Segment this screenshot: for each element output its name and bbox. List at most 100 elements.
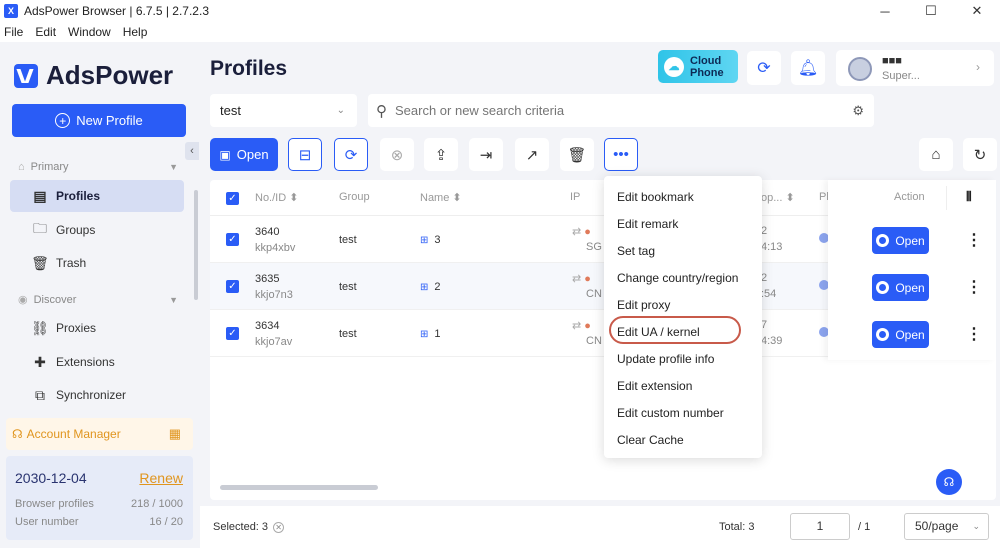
bot-icon: ⊟ bbox=[298, 146, 312, 164]
more-actions-button[interactable]: ••• bbox=[604, 138, 638, 171]
search-input[interactable] bbox=[395, 103, 815, 118]
sidebar-item-label: Extensions bbox=[56, 355, 115, 369]
sidebar-scrollbar[interactable] bbox=[194, 190, 198, 300]
group-select-value: test bbox=[220, 103, 241, 118]
sidebar: AdsPower + New Profile ‹ ⌂ Primary ▼ ▤ P… bbox=[0, 42, 200, 548]
sync-button[interactable]: ⟳ bbox=[747, 51, 781, 85]
support-button[interactable]: ☊ bbox=[936, 469, 962, 495]
close-window-button[interactable]: ✕ bbox=[954, 0, 1000, 22]
windows-icon: ⊞ bbox=[420, 328, 429, 340]
horizontal-scrollbar[interactable] bbox=[220, 485, 378, 490]
menu-item-change-country[interactable]: Change country/region bbox=[617, 271, 738, 285]
menu-item-edit-extension[interactable]: Edit extension bbox=[617, 379, 692, 393]
browser-profiles-label: Browser profiles bbox=[15, 498, 94, 510]
filter-settings-icon[interactable]: ⚙ bbox=[852, 103, 864, 119]
per-page-select[interactable]: 50/page ⌄ bbox=[904, 513, 989, 540]
refresh-button[interactable]: ↻ bbox=[963, 138, 997, 171]
user-menu[interactable]: ■■■ Super... › bbox=[836, 50, 994, 86]
row-checkbox[interactable]: ✓ bbox=[226, 280, 239, 293]
chevron-down-icon: ▼ bbox=[169, 294, 178, 305]
menu-item-set-tag[interactable]: Set tag bbox=[617, 244, 655, 258]
new-profile-button[interactable]: + New Profile bbox=[12, 104, 186, 137]
subscription-card: 2030-12-04 Renew Browser profiles 218 / … bbox=[6, 456, 193, 540]
cloud-phone-line2: Phone bbox=[690, 66, 724, 79]
col-last-open[interactable]: op... ⬍ bbox=[761, 191, 795, 204]
row-open-button[interactable]: Open bbox=[872, 227, 929, 254]
sidebar-item-trash[interactable]: 🗑 Trash bbox=[10, 247, 184, 279]
sidebar-item-profiles[interactable]: ▤ Profiles bbox=[10, 180, 184, 212]
menu-item-edit-ua-kernel[interactable]: Edit UA / kernel bbox=[617, 325, 700, 339]
batch-sync-button[interactable]: ⟳ bbox=[334, 138, 368, 171]
row-checkbox[interactable]: ✓ bbox=[226, 327, 239, 340]
sidebar-item-groups[interactable]: 🗀 Groups bbox=[10, 214, 184, 246]
page-input[interactable]: 1 bbox=[790, 513, 850, 540]
folder-list-icon: ▤ bbox=[33, 187, 47, 204]
open-label: Open bbox=[236, 147, 269, 162]
window-title: AdsPower Browser | 6.7.5 | 2.7.2.3 bbox=[24, 4, 209, 18]
row-group: test bbox=[339, 234, 357, 246]
proxy-icon: ⇄ ● bbox=[572, 320, 591, 332]
minimize-button[interactable]: ─ bbox=[862, 0, 908, 22]
menu-item-edit-custom-number[interactable]: Edit custom number bbox=[617, 406, 724, 420]
group-select[interactable]: test ⌄ bbox=[210, 94, 357, 127]
qr-code-icon[interactable]: ▦ bbox=[169, 426, 181, 442]
row-more-icon[interactable]: ⋮ bbox=[966, 230, 982, 250]
menu-item-edit-bookmark[interactable]: Edit bookmark bbox=[617, 190, 694, 204]
menu-item-edit-remark[interactable]: Edit remark bbox=[617, 217, 678, 231]
col-group: Group bbox=[339, 191, 370, 203]
location-pin-icon: ● bbox=[584, 273, 591, 285]
clear-selection-icon[interactable]: ✕ bbox=[273, 522, 285, 533]
row-name-value: 3 bbox=[434, 234, 441, 246]
row-number: 3634 bbox=[255, 320, 280, 332]
menu-file[interactable]: File bbox=[4, 25, 23, 39]
col-no-id[interactable]: No./ID ⬍ bbox=[255, 191, 298, 204]
menu-help[interactable]: Help bbox=[123, 25, 148, 39]
sidebar-item-extensions[interactable]: ✚ Extensions bbox=[10, 346, 184, 378]
more-actions-dropdown: Edit bookmark Edit remark Set tag Change… bbox=[604, 176, 762, 458]
collapse-sidebar-button[interactable]: ‹ bbox=[185, 142, 199, 160]
trash-icon: 🗑 bbox=[567, 146, 587, 164]
menu-item-clear-cache[interactable]: Clear Cache bbox=[617, 433, 684, 447]
chevron-down-icon: ⌄ bbox=[972, 521, 980, 531]
search-bar: ⚲ ⚙ bbox=[368, 94, 874, 127]
export-button[interactable]: ↗ bbox=[515, 138, 549, 171]
sidebar-item-proxies[interactable]: ⛓ Proxies bbox=[10, 312, 184, 344]
account-manager-button[interactable]: ☊ Account Manager ▦ bbox=[6, 418, 193, 450]
menu-item-edit-proxy[interactable]: Edit proxy bbox=[617, 298, 670, 312]
total-count: Total: 3 bbox=[719, 521, 755, 533]
close-browsers-button[interactable]: ⊗ bbox=[380, 138, 414, 171]
tags-button[interactable]: ⌂ bbox=[919, 138, 953, 171]
select-all-checkbox[interactable]: ✓ bbox=[226, 192, 239, 205]
delete-button[interactable]: 🗑 bbox=[560, 138, 594, 171]
menu-window[interactable]: Window bbox=[68, 25, 111, 39]
chrome-icon bbox=[876, 281, 890, 294]
row-more-icon[interactable]: ⋮ bbox=[966, 324, 982, 344]
network-icon: ⛓ bbox=[31, 319, 49, 336]
section-discover[interactable]: ◉ Discover ▼ bbox=[18, 293, 178, 307]
section-primary[interactable]: ⌂ Primary ▼ bbox=[18, 161, 178, 173]
columns-settings-icon[interactable]: ⦀ bbox=[966, 189, 972, 205]
row-id: kkp4xbv bbox=[255, 242, 296, 254]
row-last-open-2: 4:13 bbox=[761, 241, 783, 253]
menu-item-update-profile-info[interactable]: Update profile info bbox=[617, 352, 714, 366]
renew-link[interactable]: Renew bbox=[139, 470, 183, 486]
move-group-button[interactable]: ⇥ bbox=[469, 138, 503, 171]
maximize-button[interactable]: ☐ bbox=[908, 0, 954, 22]
row-open-button[interactable]: Open bbox=[872, 274, 929, 301]
upload-button[interactable]: ⇪ bbox=[424, 138, 458, 171]
account-manager-label: Account Manager bbox=[26, 427, 121, 441]
sidebar-item-label: Trash bbox=[56, 256, 87, 270]
menu-edit[interactable]: Edit bbox=[35, 25, 56, 39]
row-checkbox[interactable]: ✓ bbox=[226, 233, 239, 246]
row-open-label: Open bbox=[895, 233, 925, 248]
cloud-phone-button[interactable]: ☁ Cloud Phone bbox=[658, 50, 738, 83]
notifications-button[interactable]: 🔔︎ bbox=[791, 51, 825, 85]
open-selected-button[interactable]: ▣ Open bbox=[210, 138, 278, 171]
avatar bbox=[848, 57, 872, 81]
sync-icon: ⟳ bbox=[344, 146, 358, 164]
row-more-icon[interactable]: ⋮ bbox=[966, 277, 982, 297]
col-name[interactable]: Name ⬍ bbox=[420, 191, 462, 204]
batch-card-button[interactable]: ⊟ bbox=[288, 138, 322, 171]
sidebar-item-synchronizer[interactable]: ⧉ Synchronizer bbox=[10, 379, 184, 411]
row-open-button[interactable]: Open bbox=[872, 321, 929, 348]
